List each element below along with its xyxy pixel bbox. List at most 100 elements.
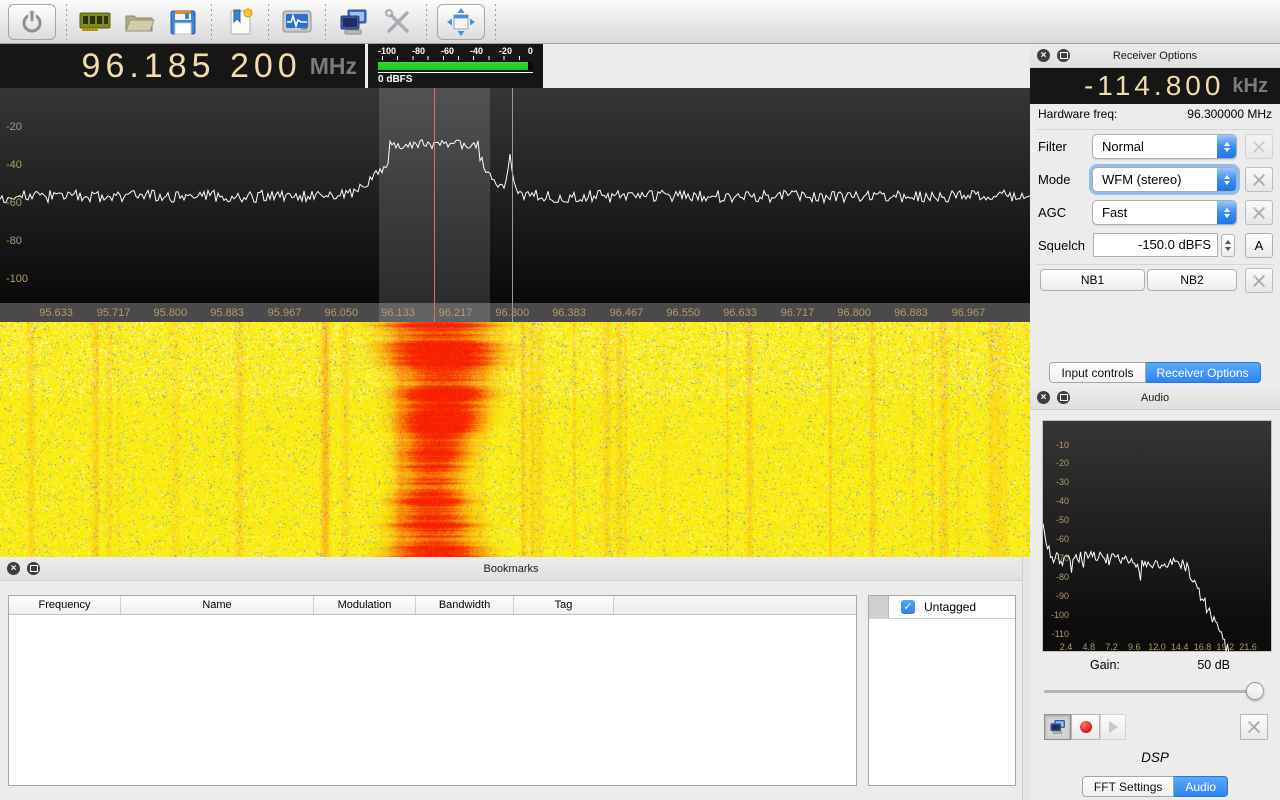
wrench-icon <box>1251 139 1267 155</box>
bookmarks-table[interactable]: FrequencyNameModulationBandwidthTag <box>8 595 857 786</box>
mode-combo[interactable]: WFM (stereo) <box>1092 167 1237 192</box>
frequency-digits[interactable]: 96.185 200 <box>82 47 302 86</box>
meter-caption: 0 dBFS <box>378 74 533 85</box>
filter-combo[interactable]: Normal <box>1092 134 1237 159</box>
audio-db-tick: -100 <box>1047 610 1069 620</box>
tuned-frequency-line[interactable] <box>434 88 435 322</box>
wrench-icon <box>1251 205 1267 221</box>
save-file-button[interactable] <box>161 3 205 41</box>
meter-tick-label: -60 <box>441 46 454 56</box>
wrench-icon <box>1246 719 1262 735</box>
audio-freq-tick: 21.6 <box>1239 642 1257 652</box>
tag-label: Untagged <box>924 600 976 614</box>
audio-fft-display[interactable]: -10-20-30-40-50-60-70-80-90-100-110 2.44… <box>1042 420 1272 652</box>
toolbar-separator <box>66 4 67 40</box>
receiver-options-titlebar: Receiver Options × <box>1030 44 1280 68</box>
audio-db-tick: -10 <box>1047 440 1069 450</box>
gain-slider-track[interactable] <box>1044 690 1262 693</box>
filter-label: Filter <box>1038 139 1067 154</box>
freq-tick-label: 96.800 <box>837 307 871 319</box>
column-header-tag[interactable]: Tag <box>514 596 614 614</box>
audio-record-button[interactable] <box>1071 714 1100 740</box>
tab-audio[interactable]: Audio <box>1174 776 1228 797</box>
meter-tick-label: 0 <box>528 46 533 56</box>
meter-tick-label: -80 <box>412 46 425 56</box>
separator <box>1036 264 1274 265</box>
gain-label: Gain: <box>1090 658 1120 672</box>
db-tick-label: -80 <box>6 235 22 247</box>
audio-db-tick: -70 <box>1047 553 1069 563</box>
audio-play-button <box>1100 714 1126 740</box>
fullscreen-button[interactable] <box>437 4 485 40</box>
nb1-button[interactable]: NB1 <box>1040 269 1145 291</box>
io-card-icon <box>77 7 113 37</box>
filter-options-button <box>1245 134 1273 159</box>
bookmarks-panel: FrequencyNameModulationBandwidthTag ✓ Unt… <box>0 581 1022 800</box>
frequency-display[interactable]: 96.185 200 MHz <box>0 44 365 88</box>
freq-tick-label: 96.217 <box>439 307 473 319</box>
freq-tick-label: 95.800 <box>153 307 187 319</box>
power-icon <box>18 8 46 36</box>
bookmark-tags-list[interactable]: ✓ Untagged <box>868 595 1016 786</box>
spectrum-plot[interactable]: -20-40-60-80-100 95.63395.71795.80095.88… <box>0 88 1030 322</box>
offset-unit: kHz <box>1232 75 1268 98</box>
spectrum-trace <box>0 88 1030 303</box>
gain-slider[interactable] <box>1044 682 1264 702</box>
tab-input-controls[interactable]: Input controls <box>1049 362 1145 383</box>
nb-options-button[interactable] <box>1245 268 1273 293</box>
meter-tick-label: -20 <box>499 46 512 56</box>
agc-combo[interactable]: Fast <box>1092 200 1237 225</box>
remote-control-button[interactable] <box>332 3 376 41</box>
column-header-modulation[interactable]: Modulation <box>314 596 416 614</box>
db-tick-label: -100 <box>6 273 28 285</box>
bottom-tabs: FFT Settings Audio <box>1030 776 1280 797</box>
column-header-name[interactable]: Name <box>121 596 314 614</box>
dsp-button[interactable] <box>275 3 319 41</box>
audio-freq-tick: 4.8 <box>1082 642 1095 652</box>
audio-udp-button[interactable] <box>1044 714 1071 740</box>
filter-row: Filter Normal <box>1030 134 1280 160</box>
gain-slider-thumb[interactable] <box>1246 682 1264 700</box>
io-devices-button[interactable] <box>73 3 117 41</box>
freq-tick-label: 96.717 <box>781 307 815 319</box>
audio-options-button[interactable] <box>1240 714 1268 740</box>
bookmarks-button[interactable] <box>218 3 262 41</box>
squelch-spinner[interactable] <box>1221 234 1235 257</box>
toolbar-separator <box>268 4 269 40</box>
tools-button[interactable] <box>376 3 420 41</box>
column-header-frequency[interactable]: Frequency <box>9 596 121 614</box>
audio-db-tick: -50 <box>1047 515 1069 525</box>
freq-tick-label: 96.133 <box>381 307 415 319</box>
squelch-input[interactable]: -150.0 dBFS <box>1093 233 1218 257</box>
db-tick-label: -60 <box>6 197 22 209</box>
power-button[interactable] <box>8 4 56 40</box>
audio-db-tick: -60 <box>1047 534 1069 544</box>
freq-tick-label: 96.300 <box>495 307 529 319</box>
record-icon <box>1080 721 1092 733</box>
column-header-bandwidth[interactable]: Bandwidth <box>416 596 514 614</box>
meter-bar-frame <box>378 62 533 70</box>
tab-receiver-options[interactable]: Receiver Options <box>1146 362 1261 383</box>
open-file-button[interactable] <box>117 3 161 41</box>
offset-digits[interactable]: -114.800 <box>1084 70 1224 102</box>
nb2-button[interactable]: NB2 <box>1147 269 1237 291</box>
toolbar-separator <box>211 4 212 40</box>
center-frequency-line <box>512 88 513 322</box>
audio-fft-trace <box>1043 421 1271 651</box>
wrench-screwdriver-icon <box>381 6 415 38</box>
signal-level-meter: -100-80-60-40-200 0 dBFS <box>368 44 543 88</box>
tag-list-item[interactable]: ✓ Untagged <box>869 596 1015 619</box>
audio-freq-tick: 9.6 <box>1128 642 1141 652</box>
bookmark-note-icon <box>224 6 256 38</box>
bookmarks-title: Bookmarks <box>0 563 1022 575</box>
offset-frequency-display[interactable]: -114.800 kHz <box>1030 68 1280 104</box>
mode-options-button[interactable] <box>1245 167 1273 192</box>
freq-tick-label: 96.883 <box>894 307 928 319</box>
gain-value: 50 dB <box>1197 658 1230 672</box>
auto-squelch-button[interactable]: A <box>1245 233 1273 258</box>
tab-fft-settings[interactable]: FFT Settings <box>1082 776 1174 797</box>
waterfall-display[interactable] <box>0 322 1030 557</box>
receiver-options-title: Receiver Options <box>1030 50 1280 62</box>
tag-checkbox[interactable]: ✓ <box>901 600 915 614</box>
agc-options-button[interactable] <box>1245 200 1273 225</box>
